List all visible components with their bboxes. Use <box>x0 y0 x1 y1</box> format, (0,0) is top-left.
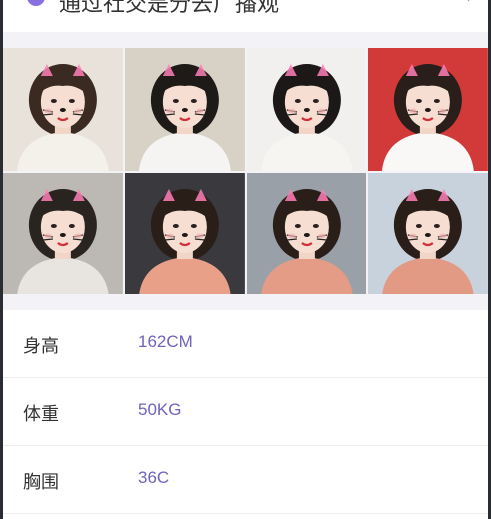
info-row-weight: 体重 50KG <box>3 378 488 446</box>
portrait-image <box>124 48 245 171</box>
gallery-photo-2[interactable] <box>124 48 245 171</box>
gallery-photo-3[interactable] <box>246 48 367 171</box>
portrait-image <box>3 173 123 296</box>
info-row-height: 身高 162CM <box>3 310 488 378</box>
portrait-image <box>246 173 367 296</box>
portrait-image <box>368 173 488 296</box>
info-value: 162CM <box>138 332 193 351</box>
info-label: 体重 <box>23 404 59 425</box>
portrait-image <box>368 48 488 171</box>
portrait-image <box>3 48 123 171</box>
gallery-photo-1[interactable] <box>3 48 123 171</box>
gallery-photo-6[interactable] <box>124 173 245 296</box>
gallery-photo-7[interactable] <box>246 173 367 296</box>
gallery-photo-8[interactable] <box>368 173 488 296</box>
info-value: 36C <box>138 468 170 487</box>
photo-gallery <box>3 48 488 296</box>
header-bar[interactable]: 通过社交是分去广播观 › <box>3 0 488 33</box>
gallery-photo-5[interactable] <box>3 173 123 296</box>
info-label: 身高 <box>23 336 59 357</box>
gallery-photo-4[interactable] <box>368 48 488 171</box>
info-row-bust: 胸围 36C <box>3 446 488 514</box>
chevron-right-icon[interactable]: › <box>466 0 474 8</box>
portrait-image <box>124 173 245 296</box>
section-gap <box>3 294 488 310</box>
header-title: 通过社交是分去广播观 <box>59 0 280 17</box>
profile-info-list: 身高 162CM 体重 50KG 胸围 36C <box>3 310 488 514</box>
info-label: 胸围 <box>23 472 59 493</box>
section-gap <box>3 32 488 48</box>
portrait-image <box>246 48 367 171</box>
app-icon <box>27 0 45 6</box>
info-value: 50KG <box>138 400 182 419</box>
